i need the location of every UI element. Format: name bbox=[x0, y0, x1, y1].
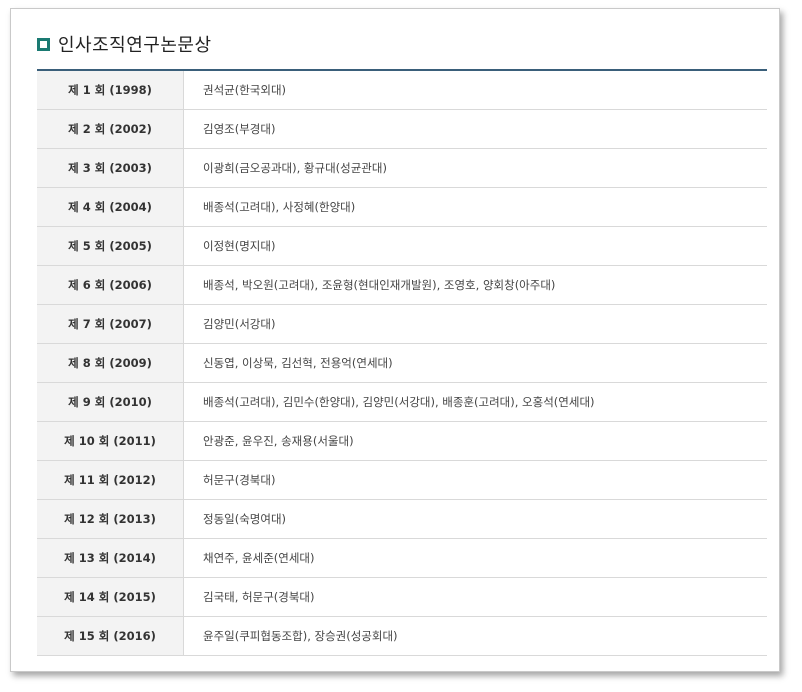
round-cell: 제 14 회 (2015) bbox=[37, 577, 184, 617]
table-row: 제 7 회 (2007) 김양민(서강대) bbox=[37, 304, 767, 344]
table-row: 제 15 회 (2016) 윤주일(쿠피협동조합), 장승권(성공회대) bbox=[37, 616, 767, 656]
round-cell: 제 3 회 (2003) bbox=[37, 148, 184, 188]
round-cell: 제 12 회 (2013) bbox=[37, 499, 184, 539]
table-row: 제 12 회 (2013) 정동일(숙명여대) bbox=[37, 499, 767, 539]
table-row: 제 9 회 (2010) 배종석(고려대), 김민수(한양대), 김양민(서강대)… bbox=[37, 382, 767, 422]
table-row: 제 1 회 (1998) 권석균(한국외대) bbox=[37, 70, 767, 110]
round-cell: 제 11 회 (2012) bbox=[37, 460, 184, 500]
winners-cell: 허문구(경북대) bbox=[183, 460, 767, 500]
table-row: 제 13 회 (2014) 채연주, 윤세준(연세대) bbox=[37, 538, 767, 578]
award-table: 제 1 회 (1998) 권석균(한국외대) 제 2 회 (2002) 김영조(부경… bbox=[37, 69, 767, 656]
round-cell: 제 1 회 (1998) bbox=[37, 70, 184, 110]
table-row: 제 4 회 (2004) 배종석(고려대), 사정혜(한양대) bbox=[37, 187, 767, 227]
winners-cell: 권석균(한국외대) bbox=[183, 70, 767, 110]
winners-cell: 김영조(부경대) bbox=[183, 109, 767, 149]
square-bullet-icon bbox=[37, 37, 50, 51]
table-row: 제 2 회 (2002) 김영조(부경대) bbox=[37, 109, 767, 149]
winners-cell: 정동일(숙명여대) bbox=[183, 499, 767, 539]
table-row: 제 14 회 (2015) 김국태, 허문구(경북대) bbox=[37, 577, 767, 617]
winners-cell: 채연주, 윤세준(연세대) bbox=[183, 538, 767, 578]
round-cell: 제 8 회 (2009) bbox=[37, 343, 184, 383]
round-cell: 제 2 회 (2002) bbox=[37, 109, 184, 149]
round-cell: 제 10 회 (2011) bbox=[37, 421, 184, 461]
table-row: 제 5 회 (2005) 이정현(명지대) bbox=[37, 226, 767, 266]
page-title: 인사조직연구논문상 bbox=[58, 35, 212, 56]
winners-cell: 배종석(고려대), 사정혜(한양대) bbox=[183, 187, 767, 227]
round-cell: 제 4 회 (2004) bbox=[37, 187, 184, 227]
winners-cell: 신동엽, 이상묵, 김선혁, 전용억(연세대) bbox=[183, 343, 767, 383]
round-cell: 제 13 회 (2014) bbox=[37, 538, 184, 578]
table-row: 제 3 회 (2003) 이광희(금오공과대), 황규대(성균관대) bbox=[37, 148, 767, 188]
table-row: 제 6 회 (2006) 배종석, 박오원(고려대), 조윤형(현대인재개발원),… bbox=[37, 265, 767, 305]
content-frame: 인사조직연구논문상 제 1 회 (1998) 권석균(한국외대) 제 2 회 (2… bbox=[10, 8, 780, 672]
round-cell: 제 5 회 (2005) bbox=[37, 226, 184, 266]
table-row: 제 8 회 (2009) 신동엽, 이상묵, 김선혁, 전용억(연세대) bbox=[37, 343, 767, 383]
round-cell: 제 7 회 (2007) bbox=[37, 304, 184, 344]
winners-cell: 윤주일(쿠피협동조합), 장승권(성공회대) bbox=[183, 616, 767, 656]
round-cell: 제 6 회 (2006) bbox=[37, 265, 184, 305]
round-cell: 제 9 회 (2010) bbox=[37, 382, 184, 422]
winners-cell: 배종석, 박오원(고려대), 조윤형(현대인재개발원), 조영호, 양회창(아주… bbox=[183, 265, 767, 305]
winners-cell: 이광희(금오공과대), 황규대(성균관대) bbox=[183, 148, 767, 188]
table-row: 제 11 회 (2012) 허문구(경북대) bbox=[37, 460, 767, 500]
winners-cell: 배종석(고려대), 김민수(한양대), 김양민(서강대), 배종훈(고려대), … bbox=[183, 382, 767, 422]
winners-cell: 김국태, 허문구(경북대) bbox=[183, 577, 767, 617]
winners-cell: 이정현(명지대) bbox=[183, 226, 767, 266]
round-cell: 제 15 회 (2016) bbox=[37, 616, 184, 656]
table-row: 제 10 회 (2011) 안광준, 윤우진, 송재용(서울대) bbox=[37, 421, 767, 461]
section-header: 인사조직연구논문상 bbox=[37, 31, 212, 57]
winners-cell: 안광준, 윤우진, 송재용(서울대) bbox=[183, 421, 767, 461]
winners-cell: 김양민(서강대) bbox=[183, 304, 767, 344]
